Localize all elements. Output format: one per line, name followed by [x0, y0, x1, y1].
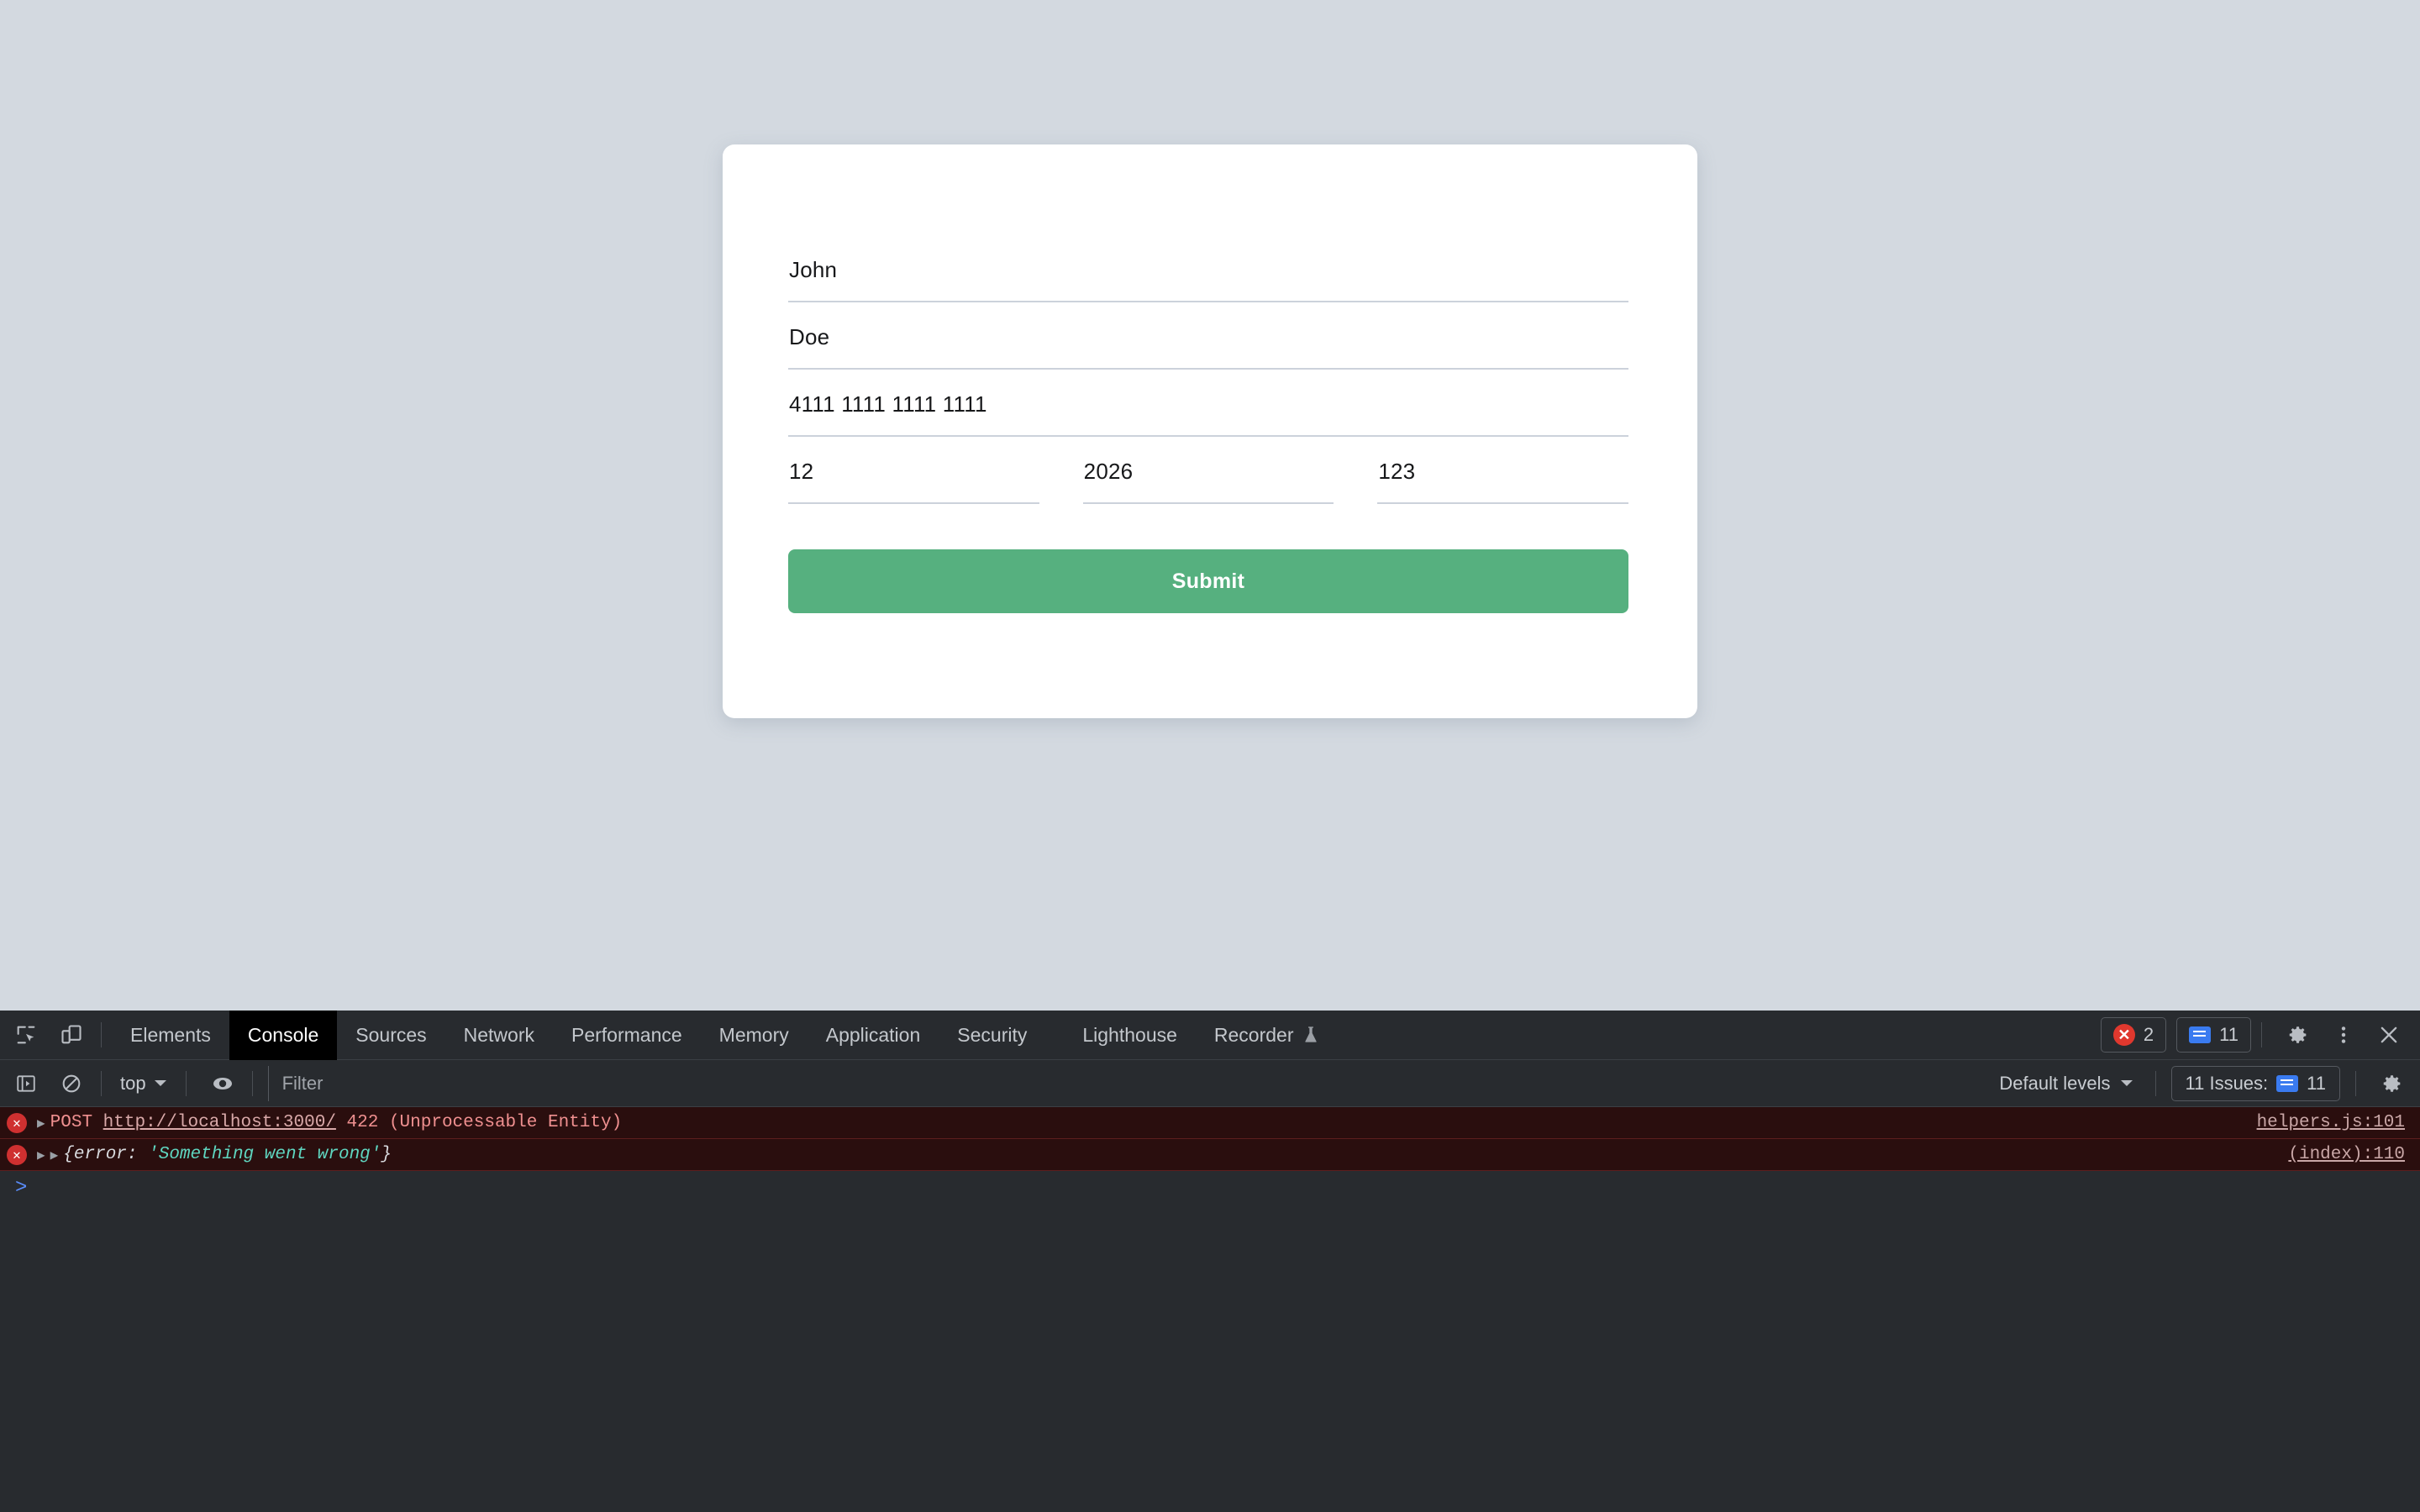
error-icon: ✕: [7, 1145, 27, 1165]
console-sidebar-icon[interactable]: [7, 1064, 45, 1103]
clear-console-icon[interactable]: [52, 1064, 91, 1103]
issue-count-badge[interactable]: 11: [2176, 1017, 2251, 1053]
last-name-input[interactable]: Doe: [788, 302, 1628, 370]
issues-count: 11: [2307, 1073, 2326, 1095]
cvv-input[interactable]: 123: [1377, 437, 1628, 504]
tab-security[interactable]: Security: [939, 1011, 1045, 1060]
error-icon: ✕: [7, 1113, 27, 1133]
exp-year-value: 2026: [1084, 459, 1134, 484]
console-message-list[interactable]: ✕ ▶ POST http://localhost:3000/ 422 (Unp…: [0, 1107, 2420, 1512]
filter-input[interactable]: [268, 1066, 1983, 1101]
tab-memory-label: Memory: [719, 1024, 789, 1047]
error-count-label: 2: [2144, 1024, 2154, 1046]
tab-elements[interactable]: Elements: [112, 1011, 229, 1060]
live-expression-icon[interactable]: [203, 1064, 242, 1103]
filter-divider-3: [252, 1071, 253, 1096]
exp-month-value: 12: [789, 459, 813, 484]
chevron-down-icon: [154, 1079, 167, 1088]
expand-object-triangle-icon[interactable]: ▶: [50, 1147, 59, 1163]
payment-form-card: John Doe 4111 1111 1111 1111 12 2026 123: [723, 144, 1697, 718]
prompt-caret-icon: >: [15, 1177, 27, 1200]
cvv-value: 123: [1378, 459, 1415, 484]
tab-lighthouse-label: Lighthouse: [1082, 1024, 1177, 1047]
card-number-input[interactable]: 4111 1111 1111 1111: [788, 370, 1628, 437]
exp-year-input[interactable]: 2026: [1083, 437, 1334, 504]
execution-context-label: top: [120, 1073, 146, 1095]
chevron-down-icon: [2120, 1079, 2133, 1088]
tab-recorder[interactable]: Recorder: [1196, 1011, 1338, 1060]
console-input-prompt[interactable]: >: [0, 1171, 2420, 1205]
execution-context-select[interactable]: top: [112, 1067, 176, 1100]
log-levels-select[interactable]: Default levels: [1987, 1066, 2144, 1101]
first-name-input[interactable]: John: [788, 235, 1628, 302]
inspect-element-icon[interactable]: [7, 1016, 45, 1054]
more-options-kebab-icon[interactable]: [2324, 1016, 2363, 1054]
card-number-field-row: 4111 1111 1111 1111: [788, 370, 1628, 437]
browser-page-viewport: John Doe 4111 1111 1111 1111 12 2026 123: [0, 0, 2420, 1011]
issues-button[interactable]: 11 Issues: 11: [2171, 1066, 2341, 1101]
settings-gear-icon[interactable]: [2279, 1016, 2317, 1054]
expand-triangle-icon[interactable]: ▶: [37, 1147, 45, 1163]
issue-count-label: 11: [2219, 1024, 2238, 1046]
console-source-link[interactable]: (index):110: [2288, 1145, 2405, 1164]
object-value: 'Something went wrong': [148, 1145, 381, 1164]
submit-button[interactable]: Submit: [788, 549, 1628, 613]
console-filter-bar: top Default levels 11 Issues: 11: [0, 1060, 2420, 1107]
status-divider: [2261, 1022, 2262, 1047]
tab-sources-label: Sources: [355, 1024, 426, 1047]
exp-month-input[interactable]: 12: [788, 437, 1039, 504]
object-key: error:: [74, 1145, 138, 1164]
object-open-brace: {: [63, 1145, 74, 1164]
tab-sources[interactable]: Sources: [337, 1011, 445, 1060]
tab-network[interactable]: Network: [445, 1011, 553, 1060]
filter-divider-2: [186, 1071, 187, 1096]
log-levels-label: Default levels: [1999, 1073, 2110, 1095]
console-settings-gear-icon[interactable]: [2373, 1064, 2412, 1103]
issues-label: 11 Issues:: [2186, 1073, 2269, 1095]
console-message-url[interactable]: http://localhost:3000/: [103, 1113, 336, 1132]
message-icon: [2189, 1026, 2211, 1043]
tab-console-label: Console: [248, 1024, 318, 1047]
devtools-status-area: ✕ 2 11: [2091, 1016, 2420, 1054]
tab-network-label: Network: [464, 1024, 534, 1047]
filter-divider-4: [2155, 1071, 2156, 1096]
filter-divider-5: [2355, 1071, 2356, 1096]
devtools-panel: Elements Console Sources Network Perform…: [0, 1011, 2420, 1512]
error-count-badge[interactable]: ✕ 2: [2101, 1017, 2166, 1053]
last-name-field-row: Doe: [788, 302, 1628, 370]
tab-recorder-label: Recorder: [1214, 1024, 1294, 1047]
last-name-value: Doe: [789, 324, 829, 349]
first-name-value: John: [789, 257, 837, 282]
tab-console[interactable]: Console: [229, 1011, 337, 1060]
console-source-link[interactable]: helpers.js:101: [2257, 1113, 2405, 1132]
tab-application-label: Application: [826, 1024, 921, 1047]
toolbar-divider: [101, 1022, 102, 1047]
object-close-brace: }: [381, 1145, 392, 1164]
console-message-status: 422 (Unprocessable Entity): [347, 1113, 623, 1132]
message-icon: [2276, 1075, 2298, 1092]
flask-icon: [1302, 1026, 1319, 1044]
tab-elements-label: Elements: [130, 1024, 211, 1047]
tab-lighthouse[interactable]: Lighthouse: [1064, 1011, 1196, 1060]
console-message-row[interactable]: ✕ ▶ POST http://localhost:3000/ 422 (Unp…: [0, 1107, 2420, 1139]
error-icon: ✕: [2113, 1024, 2135, 1046]
expand-triangle-icon[interactable]: ▶: [37, 1115, 45, 1131]
devtools-tabbar: Elements Console Sources Network Perform…: [0, 1011, 2420, 1060]
console-message-row[interactable]: ✕ ▶ ▶ { error: 'Something went wrong' } …: [0, 1139, 2420, 1171]
expiry-field-row: 12 2026 123: [788, 437, 1628, 504]
card-number-value: 4111 1111 1111 1111: [789, 391, 987, 417]
tab-security-label: Security: [957, 1024, 1027, 1047]
console-message-method: POST: [50, 1113, 92, 1132]
close-devtools-icon[interactable]: [2370, 1016, 2408, 1054]
tab-memory[interactable]: Memory: [701, 1011, 808, 1060]
device-toolbar-icon[interactable]: [52, 1016, 91, 1054]
first-name-field-row: John: [788, 235, 1628, 302]
tab-application[interactable]: Application: [808, 1011, 939, 1060]
filter-divider-1: [101, 1071, 102, 1096]
tab-performance[interactable]: Performance: [553, 1011, 701, 1060]
tab-performance-label: Performance: [571, 1024, 682, 1047]
